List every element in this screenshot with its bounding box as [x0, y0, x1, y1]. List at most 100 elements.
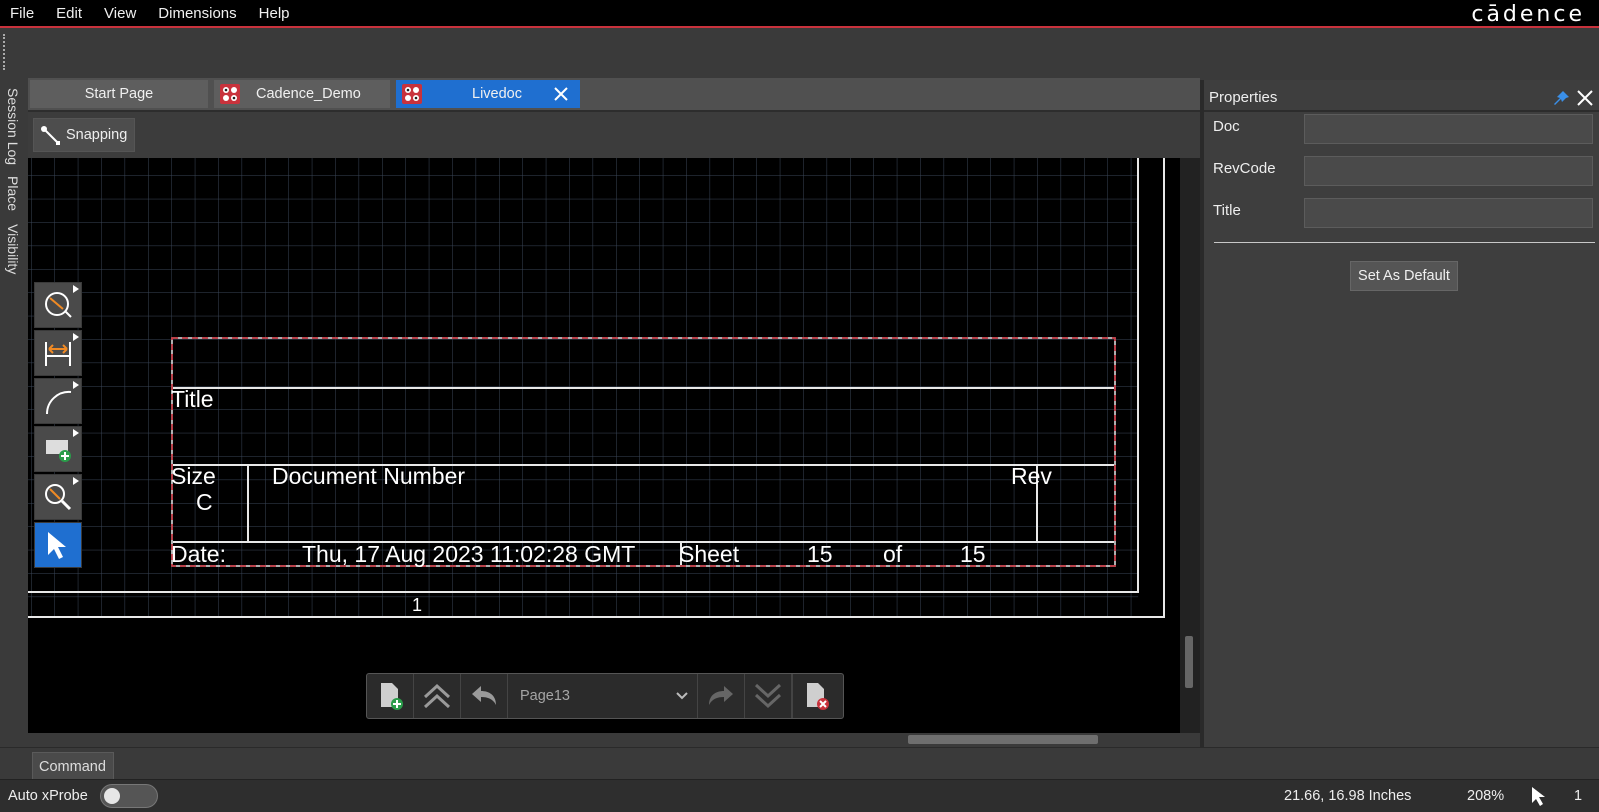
close-icon[interactable]: [1575, 88, 1595, 108]
set-as-default-button[interactable]: Set As Default: [1350, 261, 1458, 291]
dimension-tool-button[interactable]: [34, 330, 82, 376]
tab-livedoc-label: Livedoc: [472, 86, 522, 102]
pin-icon[interactable]: [1553, 89, 1571, 107]
tab-place-label: Place: [5, 176, 21, 212]
expand-arrow-icon: [73, 285, 79, 293]
properties-divider: [1214, 242, 1595, 243]
arc-icon: [45, 390, 72, 415]
command-tab[interactable]: Command: [32, 752, 114, 780]
property-title-label: Title: [1213, 202, 1241, 219]
tab-session-log[interactable]: Session Log: [2, 84, 24, 169]
select-tool-button[interactable]: [34, 522, 82, 568]
property-revcode-field[interactable]: [1304, 156, 1593, 186]
property-title: Title: [1204, 198, 1599, 230]
schematic-drawing: [28, 158, 1165, 618]
menu-view[interactable]: View: [93, 5, 147, 22]
title-block-rev-label: Rev: [1011, 463, 1052, 489]
brand-logo: cādence: [1471, 2, 1585, 27]
toolbar-grip[interactable]: [3, 34, 5, 70]
add-page-icon: [381, 683, 403, 710]
previous-page-button[interactable]: [461, 674, 508, 718]
title-block-title-label: Title: [171, 386, 214, 412]
cursor-coordinates: 21.66, 16.98 Inches: [1284, 788, 1412, 804]
document-tab-strip: Start Page Cadence_Demo Livedoc: [28, 78, 1200, 110]
snapping-icon: [41, 126, 60, 145]
add-page-button[interactable]: [367, 674, 414, 718]
auto-xprobe-toggle[interactable]: [100, 784, 158, 808]
canvas-horizontal-scrollbar[interactable]: [28, 733, 1200, 747]
snapping-button[interactable]: Snapping: [33, 118, 135, 152]
measure-icon: [45, 292, 72, 318]
menu-edit[interactable]: Edit: [45, 5, 93, 22]
menu-dimensions[interactable]: Dimensions: [147, 5, 247, 22]
side-panel-tabs: Session Log Place Visibility: [0, 80, 28, 745]
properties-title: Properties: [1209, 88, 1278, 106]
border-zone-label: 1: [412, 595, 423, 615]
title-block-of-value: 15: [960, 541, 986, 567]
title-block-sheet-label: Sheet: [679, 541, 740, 567]
last-page-button[interactable]: [745, 674, 792, 718]
expand-arrow-icon: [73, 477, 79, 485]
menu-help[interactable]: Help: [248, 5, 301, 22]
tab-visibility-label: Visibility: [5, 224, 21, 275]
zoom-tool-button[interactable]: [34, 474, 82, 520]
add-rectangle-icon: [46, 440, 71, 462]
title-block-of-label: of: [883, 541, 903, 567]
back-arrow-icon: [472, 686, 496, 705]
schematic-doc-icon: [402, 84, 422, 104]
title-block-size-value: C: [196, 489, 213, 515]
property-title-field[interactable]: [1304, 198, 1593, 228]
expand-arrow-icon: [73, 333, 79, 341]
tab-start-page-label: Start Page: [84, 86, 154, 102]
property-revcode: RevCode: [1204, 156, 1599, 188]
main-toolbar: [0, 30, 1599, 76]
measure-tool-button[interactable]: [34, 282, 82, 328]
double-chevron-down-icon: [754, 683, 782, 709]
expand-arrow-icon: [73, 429, 79, 437]
delete-page-icon: [807, 683, 829, 710]
tab-start-page[interactable]: Start Page: [30, 80, 208, 108]
delete-page-button[interactable]: [792, 674, 839, 718]
expand-arrow-icon: [73, 381, 79, 389]
title-block-sheet-value: 15: [807, 541, 833, 567]
command-bar: Command: [0, 747, 1599, 780]
snapping-label: Snapping: [66, 127, 128, 143]
schematic-canvas[interactable]: Title Size C Document Number Rev Date: T…: [28, 158, 1180, 733]
double-chevron-up-icon: [423, 683, 451, 709]
page-navigator: Page13: [366, 673, 844, 719]
tab-cadence-demo-label: Cadence_Demo: [256, 86, 361, 102]
pointer-icon: [1532, 787, 1545, 806]
page-select[interactable]: Page13: [508, 674, 698, 718]
zoom-level: 208%: [1467, 788, 1505, 804]
toggle-knob: [104, 788, 120, 804]
tab-place[interactable]: Place: [2, 172, 24, 215]
property-doc-label: Doc: [1213, 118, 1240, 135]
snapping-bar: Snapping: [28, 110, 1200, 158]
zoom-icon: [45, 484, 72, 511]
page-select-value: Page13: [520, 688, 570, 704]
canvas-vertical-scrollbar[interactable]: [1180, 158, 1200, 733]
property-doc-field[interactable]: [1304, 114, 1593, 144]
next-page-button[interactable]: [698, 674, 745, 718]
menu-file[interactable]: File: [0, 5, 45, 22]
arc-tool-button[interactable]: [34, 378, 82, 424]
draw-tools-palette: [34, 282, 82, 574]
tab-cadence-demo[interactable]: Cadence_Demo: [214, 80, 390, 108]
title-block-docnum-label: Document Number: [272, 463, 466, 489]
close-icon[interactable]: [550, 83, 572, 105]
pointer-icon: [48, 532, 66, 559]
properties-panel: Properties Doc RevCode Title Set As Defa…: [1200, 80, 1599, 747]
vertical-scroll-thumb[interactable]: [1185, 636, 1193, 688]
property-revcode-label: RevCode: [1213, 160, 1276, 177]
property-doc: Doc: [1204, 114, 1599, 146]
tab-livedoc[interactable]: Livedoc: [396, 80, 580, 108]
tab-visibility[interactable]: Visibility: [2, 220, 24, 278]
menu-bar: File Edit View Dimensions Help cādence: [0, 0, 1599, 28]
properties-header: Properties: [1204, 84, 1599, 112]
first-page-button[interactable]: [414, 674, 461, 718]
title-block-date-label: Date:: [171, 541, 226, 567]
forward-arrow-icon: [709, 686, 733, 705]
add-annotation-tool-button[interactable]: [34, 426, 82, 472]
horizontal-scroll-thumb[interactable]: [908, 735, 1098, 744]
schematic-doc-icon: [220, 84, 240, 104]
